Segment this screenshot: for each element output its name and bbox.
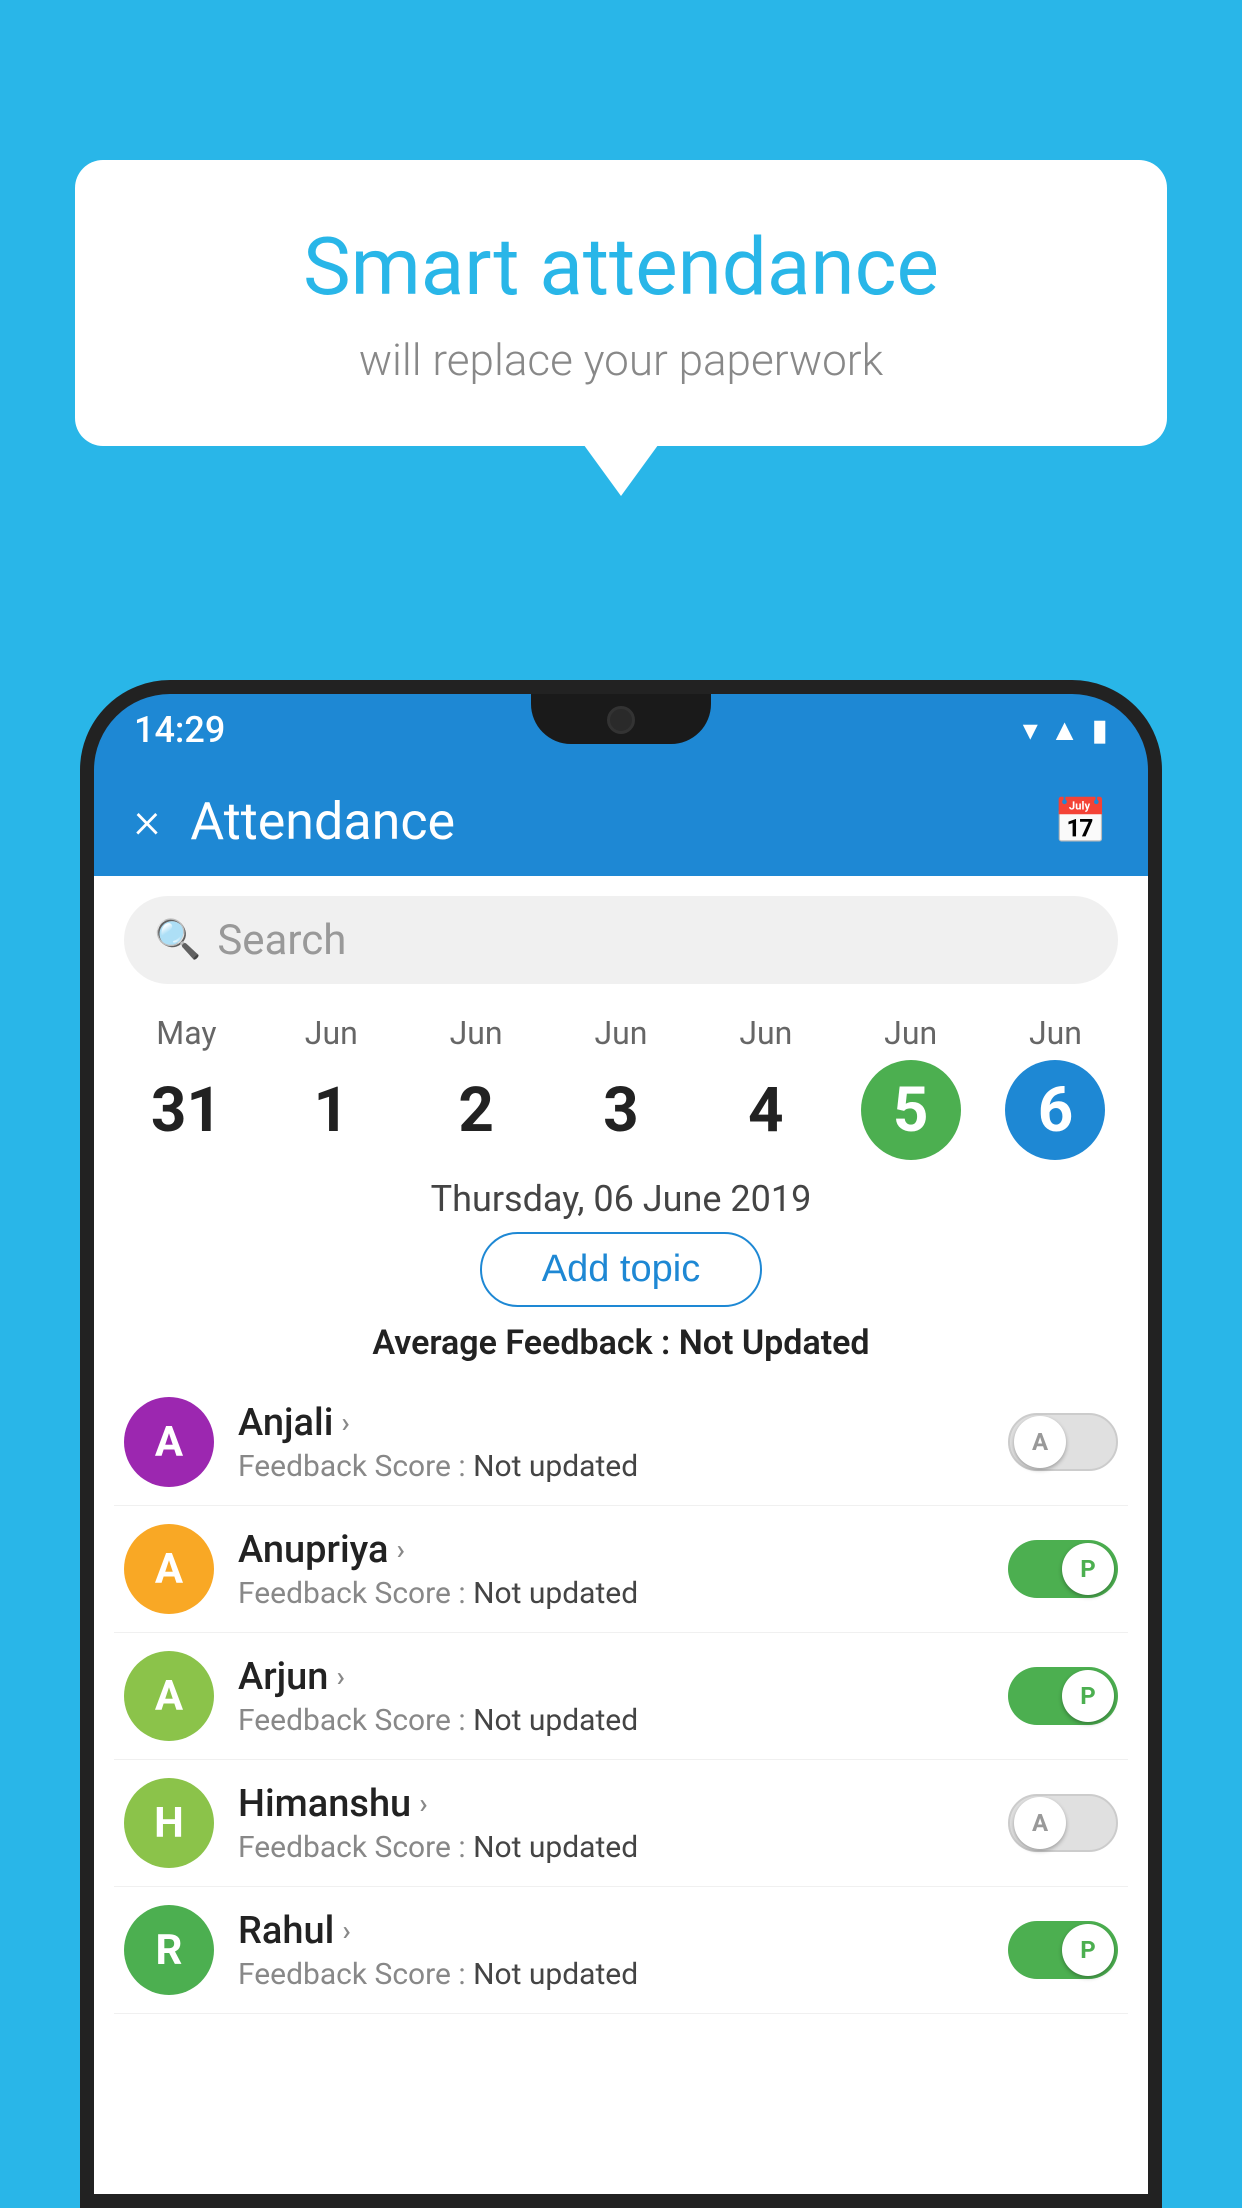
cal-date[interactable]: 31 — [136, 1060, 236, 1160]
attendance-toggle[interactable]: P — [1008, 1921, 1118, 1979]
student-name: Arjun › — [238, 1655, 984, 1699]
phone-camera — [607, 706, 635, 734]
toggle-knob: A — [1014, 1797, 1066, 1849]
cal-date[interactable]: 1 — [281, 1060, 381, 1160]
calendar-day[interactable]: Jun 4 — [706, 1014, 826, 1160]
chevron-icon: › — [341, 1406, 349, 1439]
toggle-knob: P — [1062, 1924, 1114, 1976]
speech-bubble-container: Smart attendance will replace your paper… — [75, 160, 1167, 446]
app-title: Attendance — [190, 791, 1053, 852]
student-feedback: Feedback Score : Not updated — [238, 1576, 984, 1611]
cal-date[interactable]: 5 — [861, 1060, 961, 1160]
phone-notch — [531, 694, 711, 744]
calendar-strip: May 31 Jun 1 Jun 2 Jun 3 Jun 4 Jun 5 Jun 6 — [94, 1004, 1148, 1160]
toggle-knob: P — [1062, 1543, 1114, 1595]
cal-date[interactable]: 3 — [571, 1060, 671, 1160]
student-feedback: Feedback Score : Not updated — [238, 1703, 984, 1738]
student-avatar: R — [124, 1905, 214, 1995]
selected-date-label: Thursday, 06 June 2019 — [94, 1178, 1148, 1220]
chevron-icon: › — [342, 1914, 350, 1947]
search-bar[interactable]: 🔍 Search — [124, 896, 1118, 984]
student-avatar: H — [124, 1778, 214, 1868]
chevron-icon: › — [419, 1787, 427, 1820]
attendance-toggle[interactable]: P — [1008, 1540, 1118, 1598]
cal-month: Jun — [594, 1014, 647, 1052]
attendance-toggle[interactable]: A — [1008, 1413, 1118, 1471]
speech-bubble-subtitle: will replace your paperwork — [155, 334, 1087, 386]
calendar-day[interactable]: Jun 5 — [851, 1014, 971, 1160]
chevron-icon: › — [336, 1660, 344, 1693]
student-info: Himanshu › Feedback Score : Not updated — [238, 1782, 984, 1865]
student-name: Anupriya › — [238, 1528, 984, 1572]
avg-feedback: Average Feedback : Not Updated — [94, 1323, 1148, 1363]
student-name: Rahul › — [238, 1909, 984, 1953]
student-avatar: A — [124, 1397, 214, 1487]
student-row[interactable]: H Himanshu › Feedback Score : Not updated A — [114, 1760, 1128, 1887]
add-topic-button[interactable]: Add topic — [480, 1232, 762, 1307]
phone-power-button — [1148, 944, 1162, 1064]
calendar-day[interactable]: Jun 6 — [995, 1014, 1115, 1160]
phone-volume-button — [80, 974, 94, 1054]
student-info: Anjali › Feedback Score : Not updated — [238, 1401, 984, 1484]
toggle-knob: P — [1062, 1670, 1114, 1722]
student-row[interactable]: A Anjali › Feedback Score : Not updated A — [114, 1379, 1128, 1506]
cal-month: May — [156, 1014, 216, 1052]
student-feedback: Feedback Score : Not updated — [238, 1449, 984, 1484]
attendance-toggle[interactable]: A — [1008, 1794, 1118, 1852]
student-info: Rahul › Feedback Score : Not updated — [238, 1909, 984, 1992]
app-bar: × Attendance 📅 — [94, 766, 1148, 876]
calendar-day[interactable]: May 31 — [126, 1014, 246, 1160]
battery-icon: ▮ — [1091, 713, 1108, 748]
cal-month: Jun — [305, 1014, 358, 1052]
student-row[interactable]: A Anupriya › Feedback Score : Not updated P — [114, 1506, 1128, 1633]
cal-date[interactable]: 6 — [1005, 1060, 1105, 1160]
close-button[interactable]: × — [134, 792, 160, 850]
cal-month: Jun — [450, 1014, 503, 1052]
cal-month: Jun — [739, 1014, 792, 1052]
speech-bubble-title: Smart attendance — [155, 220, 1087, 314]
signal-icon: ▲ — [1050, 713, 1080, 748]
student-name: Himanshu › — [238, 1782, 984, 1826]
student-avatar: A — [124, 1524, 214, 1614]
student-row[interactable]: R Rahul › Feedback Score : Not updated P — [114, 1887, 1128, 2014]
phone-frame: 14:29 ▾ ▲ ▮ × Attendance 📅 🔍 Search May 3… — [80, 680, 1162, 2208]
cal-date[interactable]: 2 — [426, 1060, 526, 1160]
speech-bubble: Smart attendance will replace your paper… — [75, 160, 1167, 446]
student-avatar: A — [124, 1651, 214, 1741]
student-name: Anjali › — [238, 1401, 984, 1445]
student-feedback: Feedback Score : Not updated — [238, 1957, 984, 1992]
wifi-icon: ▾ — [1023, 713, 1038, 748]
phone-screen: 🔍 Search May 31 Jun 1 Jun 2 Jun 3 Jun 4 Jun 5 Jun 6 T… — [94, 876, 1148, 2194]
student-info: Arjun › Feedback Score : Not updated — [238, 1655, 984, 1738]
calendar-icon[interactable]: 📅 — [1053, 795, 1108, 847]
cal-month: Jun — [884, 1014, 937, 1052]
calendar-day[interactable]: Jun 2 — [416, 1014, 536, 1160]
search-placeholder: Search — [217, 916, 346, 965]
student-row[interactable]: A Arjun › Feedback Score : Not updated P — [114, 1633, 1128, 1760]
calendar-day[interactable]: Jun 3 — [561, 1014, 681, 1160]
cal-month: Jun — [1029, 1014, 1082, 1052]
search-icon: 🔍 — [154, 918, 201, 962]
student-feedback: Feedback Score : Not updated — [238, 1830, 984, 1865]
calendar-day[interactable]: Jun 1 — [271, 1014, 391, 1160]
student-info: Anupriya › Feedback Score : Not updated — [238, 1528, 984, 1611]
chevron-icon: › — [396, 1533, 404, 1566]
cal-date[interactable]: 4 — [716, 1060, 816, 1160]
status-icons: ▾ ▲ ▮ — [1023, 713, 1108, 748]
status-time: 14:29 — [134, 709, 225, 751]
student-list: AAnjali ›Feedback Score : Not updatedAAA… — [94, 1379, 1148, 2014]
attendance-toggle[interactable]: P — [1008, 1667, 1118, 1725]
toggle-knob: A — [1014, 1416, 1066, 1468]
